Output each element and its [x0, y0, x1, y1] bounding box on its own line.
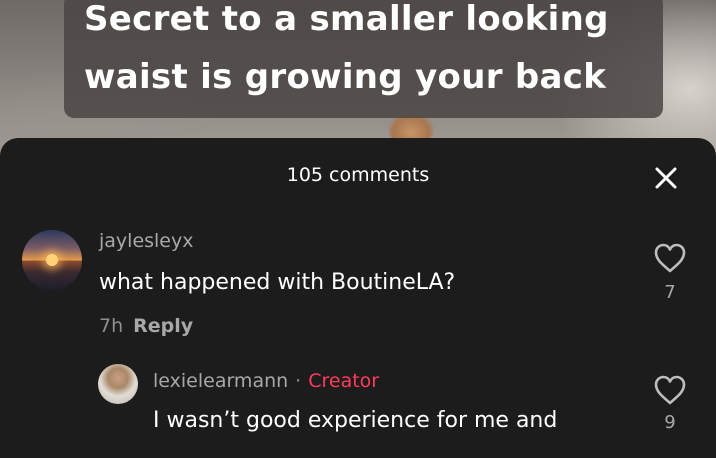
comment-meta: 7h Reply [99, 315, 193, 337]
close-button[interactable] [650, 162, 682, 194]
comment-item: jaylesleyx what happened with BoutineLA?… [0, 230, 716, 360]
comments-sheet: 105 comments jaylesleyx what happened wi… [0, 138, 716, 458]
video-caption: Secret to a smaller looking waist is gro… [64, 0, 663, 118]
heart-outline-icon [654, 375, 686, 405]
reply-item: lexielearmann · Creator I wasn’t good expe… [0, 364, 716, 454]
like-count: 7 [664, 282, 676, 303]
comments-count-title: 105 comments [286, 164, 430, 186]
reply-like-count: 9 [664, 412, 676, 433]
caption-line-1: Secret to a smaller looking [84, 0, 609, 39]
reply-button[interactable]: Reply [133, 315, 193, 337]
creator-badge: Creator [308, 370, 380, 392]
caption-line-2: waist is growing your back [84, 57, 607, 97]
reply-avatar[interactable] [98, 364, 138, 404]
commenter-avatar[interactable] [22, 230, 82, 290]
reply-like-button[interactable] [653, 374, 687, 406]
separator-dot: · [295, 370, 302, 392]
comment-time: 7h [99, 315, 124, 337]
heart-outline-icon [654, 243, 686, 273]
like-button[interactable] [653, 242, 687, 274]
comment-text: what happened with BoutineLA? [99, 270, 456, 295]
close-x-icon [655, 167, 677, 189]
reply-text: I wasn’t good experience for me and [153, 408, 558, 433]
reply-username[interactable]: lexielearmann [153, 370, 288, 392]
comment-username[interactable]: jaylesleyx [99, 230, 194, 252]
reply-header: lexielearmann · Creator [153, 370, 379, 392]
